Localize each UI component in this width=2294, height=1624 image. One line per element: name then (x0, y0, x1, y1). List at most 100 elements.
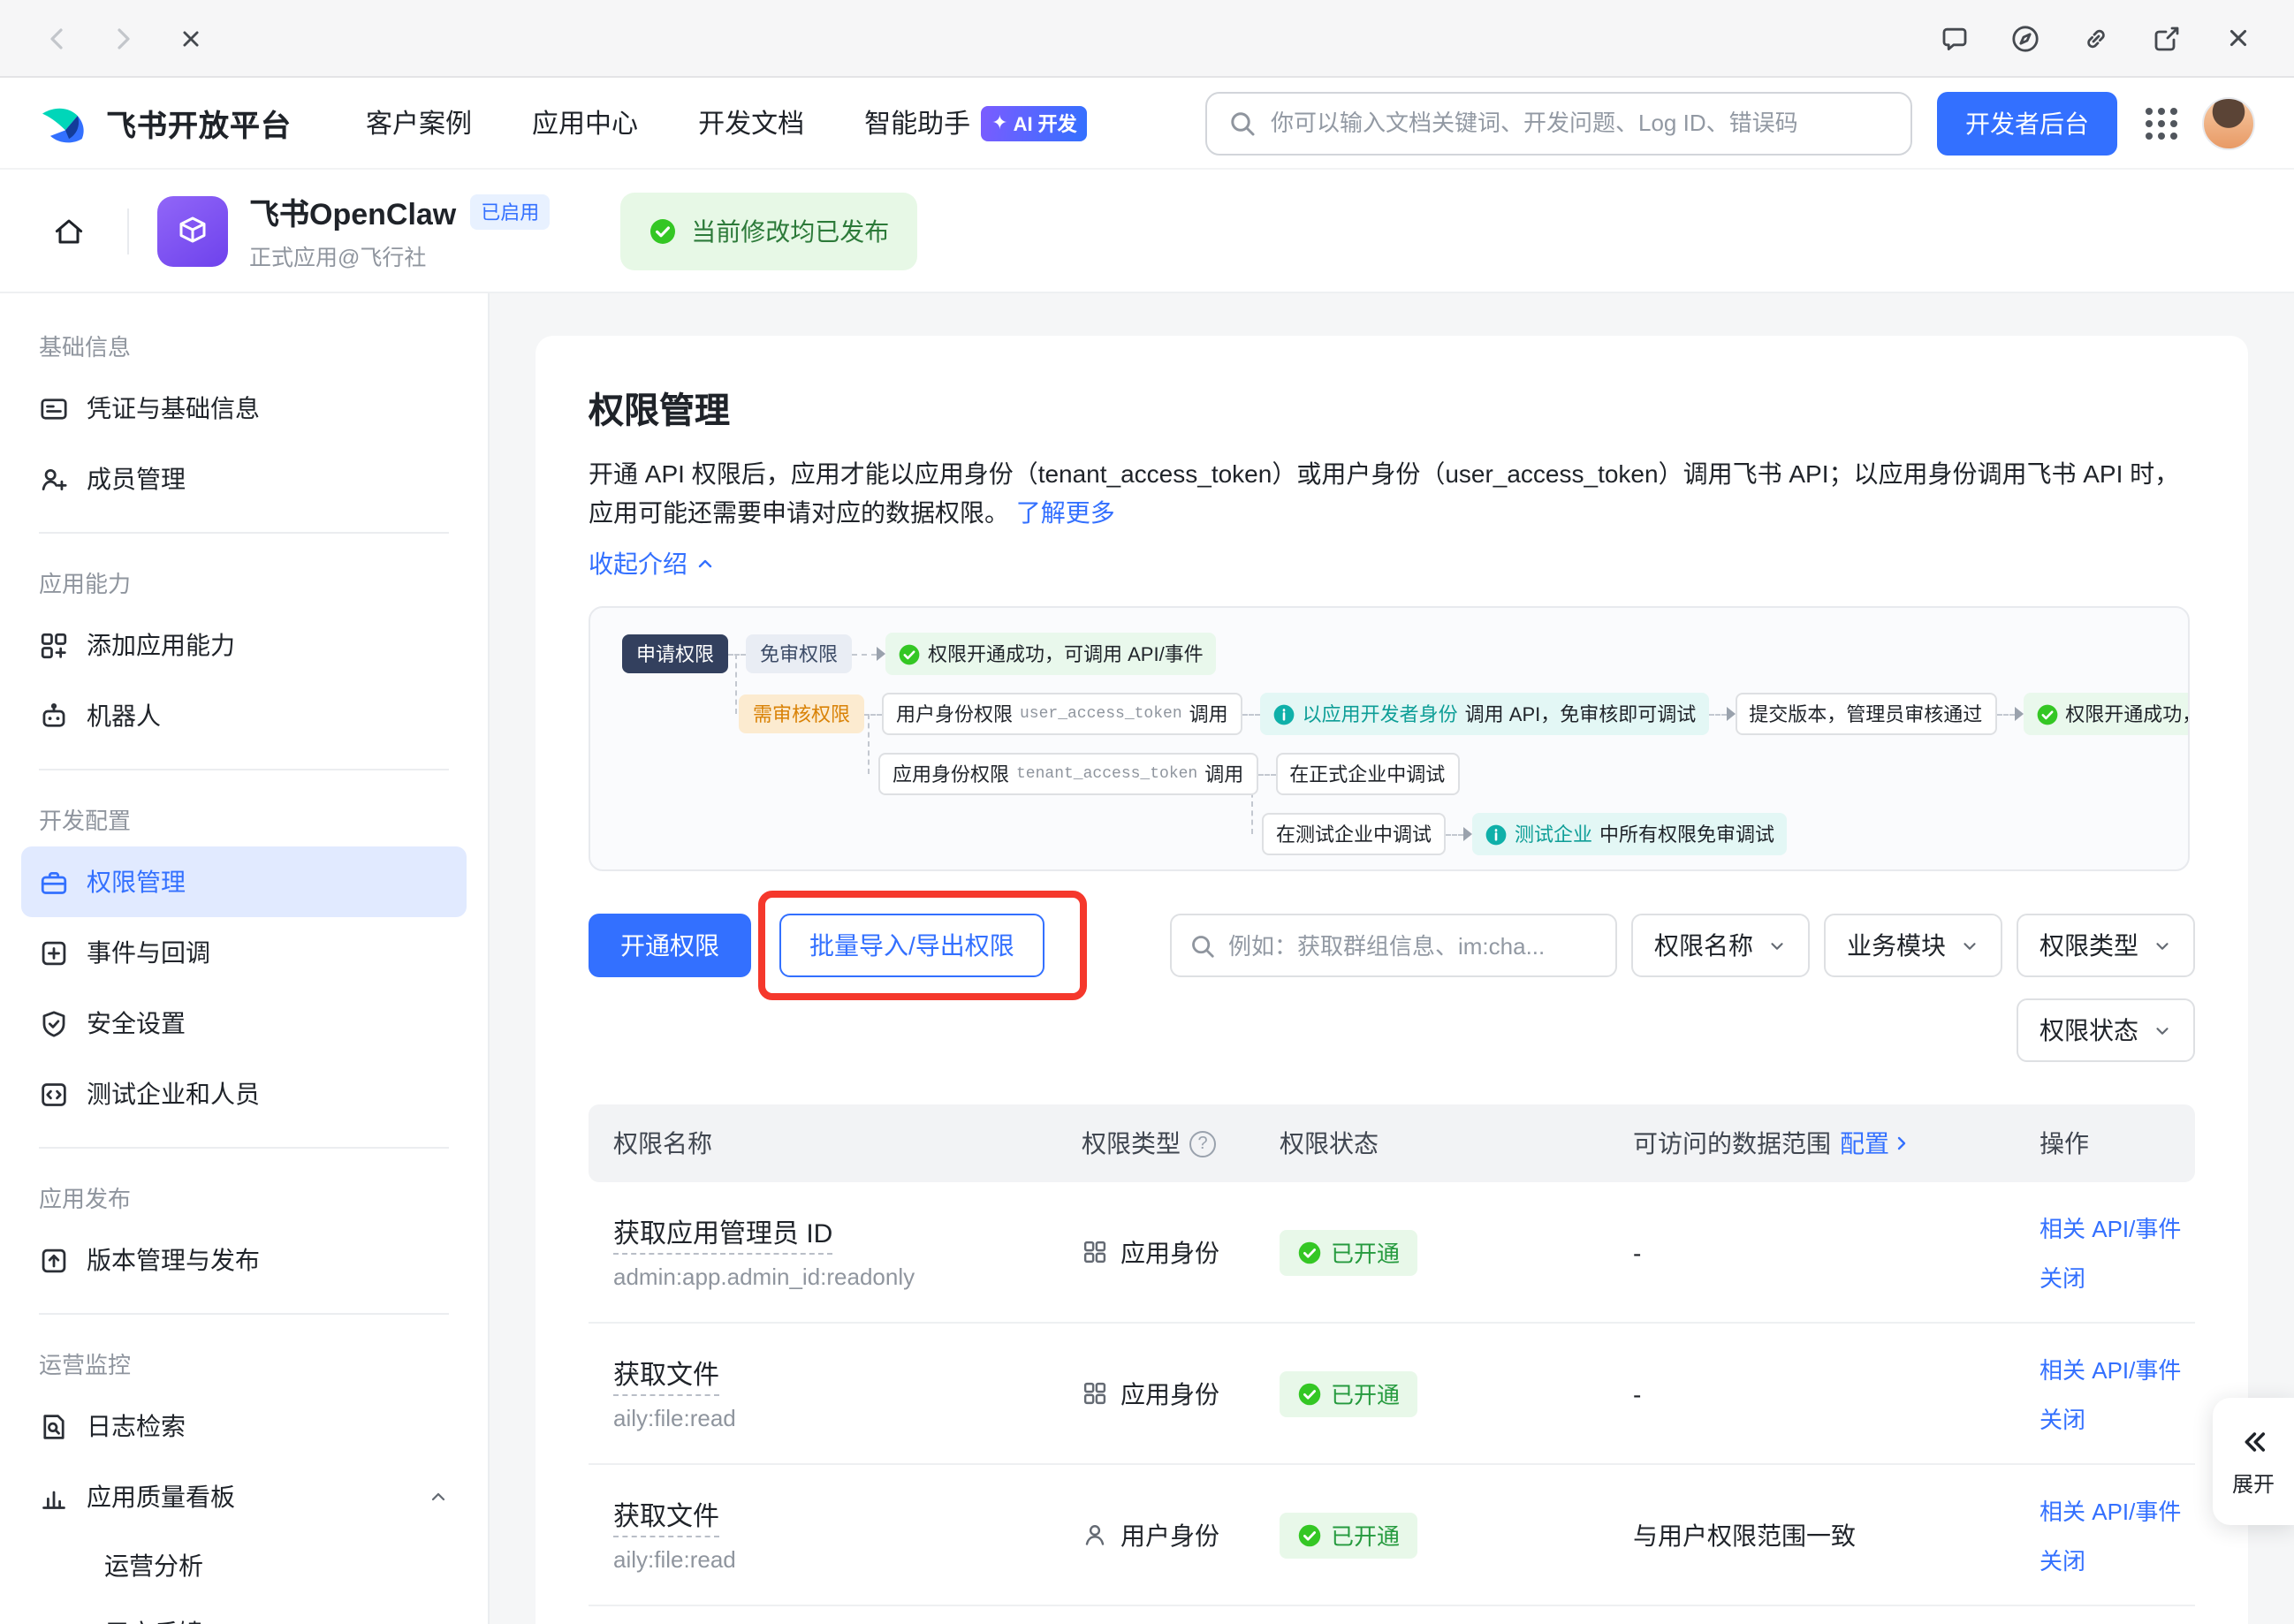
check-circle-icon (2035, 702, 2058, 725)
arrow-icon (877, 647, 885, 661)
sidebar-item-bot[interactable]: 机器人 (21, 680, 467, 751)
open-permission-button[interactable]: 开通权限 (589, 914, 751, 977)
collapse-intro-link[interactable]: 收起介绍 (589, 546, 716, 581)
chevron-down-icon (1960, 936, 1979, 955)
permission-search-input[interactable] (1228, 932, 1598, 959)
global-search-input[interactable] (1271, 110, 1889, 136)
sidebar-item-credentials[interactable]: 凭证与基础信息 (21, 373, 467, 444)
comment-icon[interactable] (1930, 13, 1979, 63)
sidebar-subitem-operation-analysis[interactable]: 运营分析 (21, 1532, 467, 1599)
back-icon[interactable] (32, 13, 81, 63)
close-window-icon[interactable] (2213, 13, 2262, 63)
divider (39, 769, 449, 770)
expand-panel-button[interactable]: 展开 (2213, 1398, 2294, 1525)
chevron-up-icon (695, 553, 716, 574)
filter-permission-name[interactable]: 权限名称 (1631, 914, 1810, 977)
connector (1242, 713, 1260, 715)
permission-search[interactable] (1170, 914, 1617, 977)
home-icon[interactable] (39, 201, 99, 261)
chevron-down-icon (2153, 1021, 2172, 1040)
sidebar-item-label: 事件与回调 (87, 935, 210, 970)
related-api-link[interactable]: 相关 API/事件 (2040, 1210, 2195, 1244)
col-data-scope: 可访问的数据范围 配置 (1608, 1126, 2015, 1161)
sidebar-item-label: 应用质量看板 (87, 1479, 410, 1514)
close-page-icon[interactable] (166, 13, 216, 63)
double-chevron-left-icon (2237, 1425, 2269, 1457)
sidebar-item-quality-dashboard[interactable]: 应用质量看板 (21, 1461, 467, 1532)
toolbar: 开通权限 批量导入/导出权限 权限名称 (589, 914, 2195, 977)
sidebar-item-security[interactable]: 安全设置 (21, 988, 467, 1059)
global-search[interactable] (1205, 91, 1912, 155)
sidebar-item-members[interactable]: 成员管理 (21, 444, 467, 514)
permission-card: 权限管理 开通 API 权限后，应用才能以应用身份（tenant_access_… (536, 336, 2248, 1624)
feishu-logo-icon (39, 100, 92, 146)
connector (1257, 773, 1275, 775)
connector (1996, 713, 2014, 715)
divider (39, 1313, 449, 1315)
forward-icon[interactable] (99, 13, 148, 63)
sidebar: 基础信息 凭证与基础信息 成员管理 应用能力 添加应用能力 (0, 293, 490, 1624)
permission-name[interactable]: 获取应用管理员 ID (613, 1219, 832, 1255)
nav-app-center[interactable]: 应用中心 (532, 104, 638, 141)
brand-name: 飞书开放平台 (106, 101, 292, 145)
sidebar-item-label: 权限管理 (87, 864, 186, 899)
scope-config-link[interactable]: 配置 (1840, 1126, 1912, 1161)
permission-table: 权限名称 权限类型 ? 权限状态 可访问的数据范围 配置 (589, 1104, 2195, 1624)
ai-dev-badge: ✦AI 开发 (981, 105, 1088, 140)
permission-type: 应用身份 (1120, 1376, 1219, 1411)
filter-business-module[interactable]: 业务模块 (1824, 914, 2002, 977)
sidebar-item-test-enterprise[interactable]: 测试企业和人员 (21, 1059, 467, 1129)
arrow-icon (1726, 707, 1735, 721)
nav-ai-assistant[interactable]: 智能助手 ✦AI 开发 (864, 104, 1088, 141)
table-row: 上传文件 相关 API/事件 (589, 1606, 2195, 1624)
learn-more-link[interactable]: 了解更多 (1016, 498, 1115, 527)
share-icon[interactable] (2142, 13, 2191, 63)
search-icon (1189, 932, 1216, 959)
brand[interactable]: 飞书开放平台 (39, 100, 292, 146)
app-identity-icon (1082, 1380, 1108, 1407)
permission-name[interactable]: 获取文件 (613, 1502, 719, 1537)
sidebar-item-label: 凭证与基础信息 (87, 391, 260, 426)
connector (1708, 713, 1726, 715)
permission-type: 应用身份 (1120, 1234, 1219, 1270)
col-permission-status: 权限状态 (1255, 1126, 1608, 1161)
sidebar-item-log-search[interactable]: 日志检索 (21, 1391, 467, 1461)
collapse-intro-label: 收起介绍 (589, 546, 687, 581)
sidebar-item-label: 版本管理与发布 (87, 1242, 260, 1278)
permission-name[interactable]: 获取文件 (613, 1361, 719, 1396)
close-permission-link[interactable]: 关闭 (2040, 1543, 2195, 1576)
compass-icon[interactable] (2001, 13, 2050, 63)
briefcase-icon (39, 867, 69, 897)
apps-grid-icon[interactable] (2146, 107, 2177, 139)
sidebar-item-add-capability[interactable]: 添加应用能力 (21, 610, 467, 680)
upload-box-icon (39, 1245, 69, 1275)
question-icon[interactable]: ? (1189, 1130, 1216, 1157)
sidebar-item-events[interactable]: 事件与回调 (21, 917, 467, 988)
related-api-link[interactable]: 相关 API/事件 (2040, 1493, 2195, 1527)
app-identity-icon (1082, 1239, 1108, 1265)
submit-review-pill: 提交版本，管理员审核通过 (1735, 693, 1996, 735)
debug-info-icon (1485, 823, 1508, 846)
close-permission-link[interactable]: 关闭 (2040, 1260, 2195, 1294)
permission-type: 用户身份 (1120, 1517, 1219, 1552)
close-permission-link[interactable]: 关闭 (2040, 1401, 2195, 1435)
sidebar-subitem-user-feedback[interactable]: 用户反馈 (21, 1599, 467, 1624)
developer-console-button[interactable]: 开发者后台 (1937, 91, 2117, 155)
nav-customer-cases[interactable]: 客户案例 (366, 104, 472, 141)
batch-import-export-button[interactable]: 批量导入/导出权限 (779, 914, 1044, 977)
copy-link-icon[interactable] (2071, 13, 2121, 63)
sidebar-item-version-release[interactable]: 版本管理与发布 (21, 1225, 467, 1295)
data-scope: - (1608, 1379, 2015, 1408)
tenant-token-pill: 应用身份权限 tenant_access_token 调用 (878, 753, 1257, 795)
filter-permission-type[interactable]: 权限类型 (2017, 914, 2195, 977)
test-free-pill: 测试企业中所有权限免审调试 (1472, 813, 1787, 855)
nav-dev-docs[interactable]: 开发文档 (698, 104, 804, 141)
table-row: 获取应用管理员 ID admin:app.admin_id:readonly 应… (589, 1182, 2195, 1324)
filter-permission-status[interactable]: 权限状态 (2017, 998, 2195, 1062)
avatar[interactable] (2202, 96, 2255, 149)
sidebar-item-permissions[interactable]: 权限管理 (21, 846, 467, 917)
related-api-link[interactable]: 相关 API/事件 (2040, 1352, 2195, 1385)
debug-info-icon (1272, 702, 1295, 725)
data-scope: 与用户权限范围一致 (1608, 1517, 2015, 1552)
connector (728, 653, 746, 655)
